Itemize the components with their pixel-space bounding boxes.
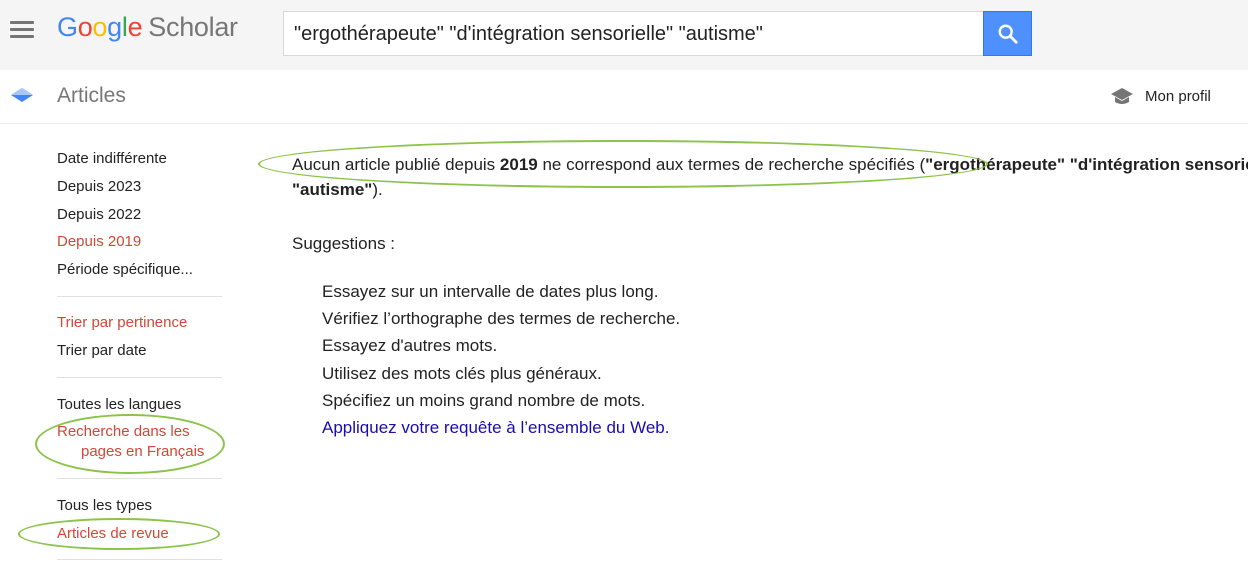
filter-review-articles[interactable]: Articles de revue [57, 524, 169, 544]
filter-all-languages[interactable]: Toutes les langues [57, 395, 181, 415]
sort-by-date[interactable]: Trier par date [57, 341, 146, 361]
filter-custom-range[interactable]: Période spécifique... [57, 260, 193, 280]
filter-all-types[interactable]: Tous les types [57, 496, 152, 516]
hamburger-menu-icon[interactable] [10, 19, 34, 39]
filter-since-2022[interactable]: Depuis 2022 [57, 205, 141, 225]
message-terms: "ergothérapeute" "d'intégration sensorie… [925, 155, 1248, 174]
sort-by-relevance[interactable]: Trier par pertinence [57, 313, 187, 333]
section-title: Articles [57, 84, 126, 107]
suggestion-item: Vérifiez l’orthographe des termes de rec… [322, 309, 681, 329]
divider [57, 478, 222, 479]
filter-french-pages[interactable]: Recherche dans les pages en Français [57, 422, 204, 462]
search-icon [998, 24, 1018, 44]
filter-since-2023[interactable]: Depuis 2023 [57, 177, 141, 197]
suggestion-item: Essayez sur un intervalle de dates plus … [322, 282, 659, 301]
filter-since-2019[interactable]: Depuis 2019 [57, 232, 141, 252]
sub-header: Articles Mon profil [0, 70, 1248, 124]
filter-french-pages-line1: Recherche dans les [57, 423, 190, 440]
suggestions-list: Essayez sur un intervalle de dates plus … [322, 278, 680, 441]
divider [57, 559, 222, 560]
graduation-cap-icon [1111, 88, 1133, 104]
top-bar: Google Scholar "ergothérapeute" "d'intégr… [0, 0, 1248, 70]
suggestions-heading: Suggestions : [292, 234, 396, 253]
divider [57, 296, 222, 297]
search-input[interactable]: "ergothérapeute" "d'intégration sensorie… [283, 11, 983, 56]
suggestion-item: Essayez d'autres mots. [322, 336, 498, 356]
my-profile-label: Mon profil [1145, 88, 1211, 105]
google-scholar-logo[interactable]: Google Scholar [57, 12, 238, 43]
no-results-message: Aucun article publié depuis 2019 ne corr… [292, 152, 1248, 202]
filter-date-any[interactable]: Date indifférente [57, 149, 167, 169]
message-terms-cont: "autisme" [292, 180, 373, 199]
articles-icon [11, 88, 33, 102]
suggestion-item: Utilisez des mots clés plus généraux. [322, 363, 602, 383]
suggestion-item: Spécifiez un moins grand nombre de mots. [322, 390, 646, 410]
search-web-link[interactable]: Appliquez votre requête à l’ensemble du … [322, 414, 680, 441]
filter-french-pages-line2: pages en Français [81, 443, 205, 460]
message-year: 2019 [499, 155, 538, 174]
divider [57, 377, 222, 378]
search-button[interactable] [983, 11, 1032, 56]
